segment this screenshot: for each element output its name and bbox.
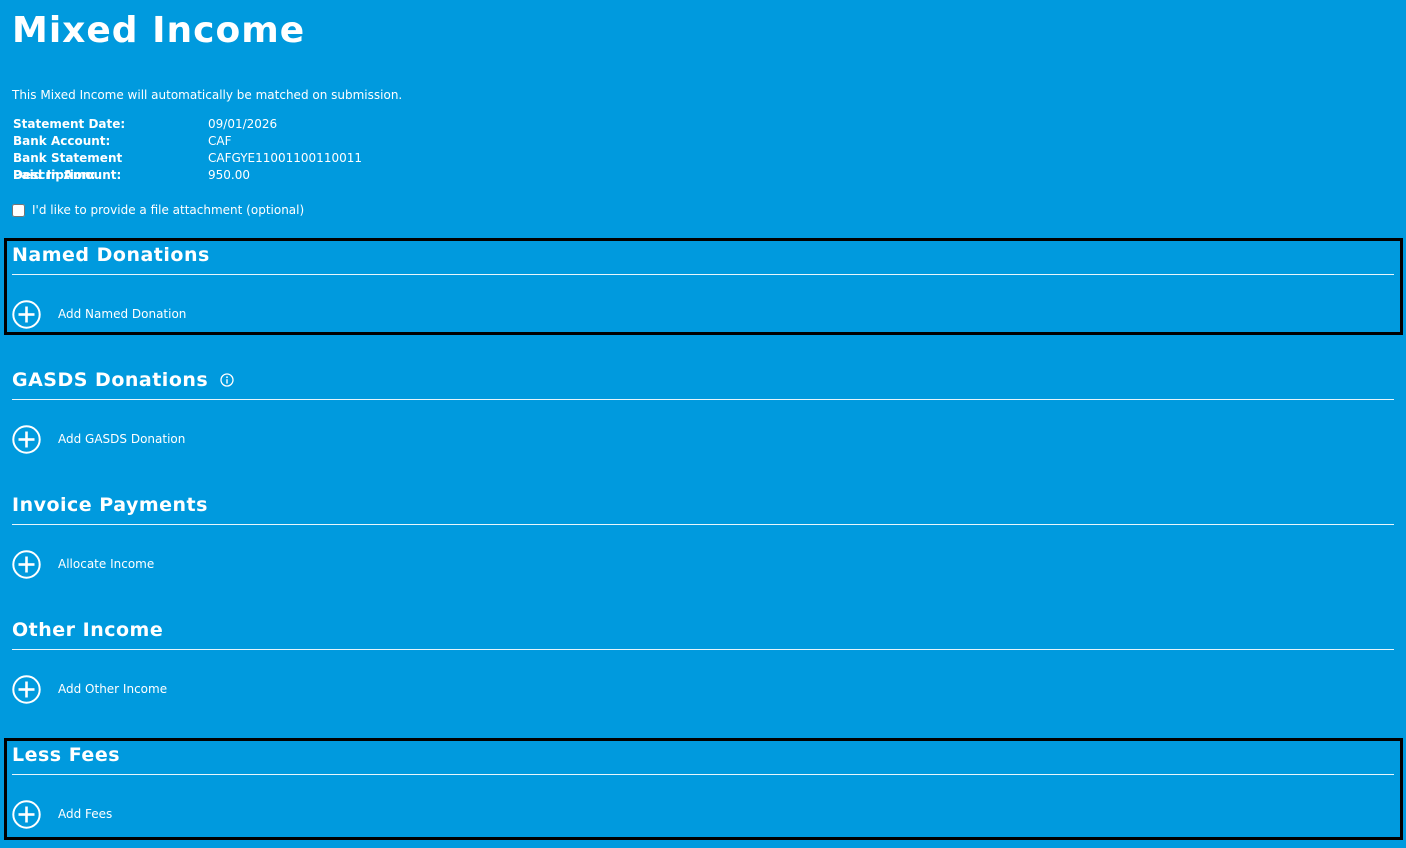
named-donations-heading: Named Donations bbox=[12, 240, 210, 270]
invoice-payments-section: Invoice Payments Allocate Income bbox=[12, 490, 1394, 580]
other-income-heading: Other Income bbox=[12, 615, 163, 645]
file-attachment-label: I'd like to provide a file attachment (o… bbox=[32, 203, 305, 217]
allocate-income-button[interactable]: Allocate Income bbox=[12, 550, 154, 579]
plus-circle-icon bbox=[12, 550, 41, 579]
statement-details: Statement Date: 09/01/2026 Bank Account:… bbox=[13, 116, 362, 184]
section-divider bbox=[12, 274, 1394, 275]
add-named-donation-button[interactable]: Add Named Donation bbox=[12, 300, 186, 329]
section-title-text: Named Donations bbox=[12, 244, 210, 266]
less-fees-heading: Less Fees bbox=[12, 740, 120, 770]
detail-value: CAF bbox=[208, 134, 232, 148]
file-attachment-option[interactable]: I'd like to provide a file attachment (o… bbox=[12, 202, 304, 219]
detail-label: Bank Statement Description: bbox=[13, 151, 123, 182]
file-attachment-checkbox[interactable] bbox=[12, 204, 25, 217]
auto-match-info: This Mixed Income will automatically be … bbox=[12, 88, 403, 102]
section-title-text: Less Fees bbox=[12, 744, 121, 766]
detail-label: Paid In Amount: bbox=[13, 168, 122, 182]
add-named-donation-label: Add Named Donation bbox=[58, 307, 187, 321]
gasds-donations-section: GASDS Donations Add GASDS Donation bbox=[12, 365, 1394, 455]
section-title-text: Invoice Payments bbox=[12, 494, 208, 516]
add-fees-button[interactable]: Add Fees bbox=[12, 800, 112, 829]
detail-row-bank-statement-description: Bank Statement Description: CAFGYE110011… bbox=[13, 150, 362, 182]
info-circle-icon[interactable] bbox=[220, 373, 234, 387]
allocate-income-label: Allocate Income bbox=[58, 557, 155, 571]
detail-label: Statement Date: bbox=[13, 117, 126, 131]
less-fees-section: Less Fees Add Fees bbox=[12, 740, 1394, 830]
section-divider bbox=[12, 649, 1394, 650]
add-gasds-donation-label: Add GASDS Donation bbox=[58, 432, 186, 446]
detail-row-paid-in-amount: Paid In Amount: 950.00 bbox=[13, 167, 362, 184]
page-title: Mixed Income bbox=[12, 10, 306, 51]
section-divider bbox=[12, 524, 1394, 525]
add-gasds-donation-button[interactable]: Add GASDS Donation bbox=[12, 425, 185, 454]
section-title-text: Other Income bbox=[12, 619, 164, 641]
detail-row-statement-date: Statement Date: 09/01/2026 bbox=[13, 116, 362, 133]
named-donations-section: Named Donations Add Named Donation bbox=[12, 240, 1394, 330]
plus-circle-icon bbox=[12, 675, 41, 704]
section-divider bbox=[12, 399, 1394, 400]
other-income-section: Other Income Add Other Income bbox=[12, 615, 1394, 705]
invoice-payments-heading: Invoice Payments bbox=[12, 490, 208, 520]
section-title-text: GASDS Donations bbox=[12, 369, 209, 391]
plus-circle-icon bbox=[12, 800, 41, 829]
detail-row-bank-account: Bank Account: CAF bbox=[13, 133, 362, 150]
add-other-income-label: Add Other Income bbox=[58, 682, 168, 696]
add-other-income-button[interactable]: Add Other Income bbox=[12, 675, 167, 704]
section-divider bbox=[12, 774, 1394, 775]
mixed-income-page: Mixed Income This Mixed Income will auto… bbox=[0, 0, 1406, 848]
detail-value: CAFGYE11001100110011 bbox=[208, 151, 362, 165]
gasds-donations-heading: GASDS Donations bbox=[12, 365, 234, 395]
add-fees-label: Add Fees bbox=[58, 807, 113, 821]
plus-circle-icon bbox=[12, 425, 41, 454]
detail-value: 09/01/2026 bbox=[208, 117, 278, 131]
detail-value: 950.00 bbox=[208, 168, 250, 182]
detail-label: Bank Account: bbox=[13, 134, 111, 148]
plus-circle-icon bbox=[12, 300, 41, 329]
